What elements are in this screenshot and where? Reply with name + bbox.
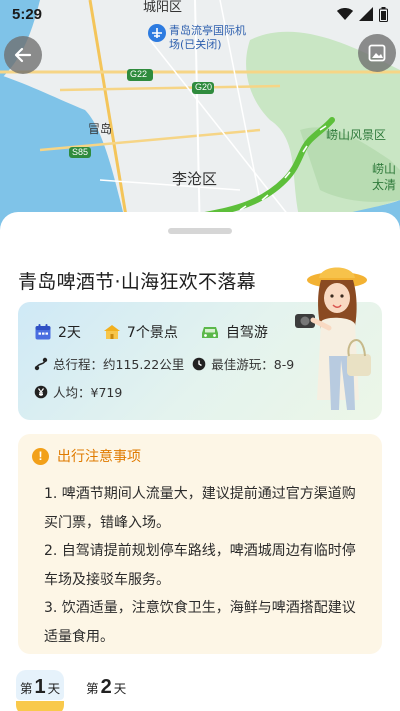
back-arrow-icon (14, 47, 32, 63)
route-icon (34, 357, 48, 370)
sheet-drag-handle[interactable] (168, 228, 232, 234)
tab-day-2-prefix: 第 (86, 681, 99, 696)
notice-item-3: 3. 饮酒适量，注意饮食卫生，海鲜与啤酒搭配建议适量食用。 (44, 600, 356, 645)
status-bar: 5:29 (0, 0, 400, 28)
photo-icon (368, 44, 386, 62)
map-label-taiqing: 太清 (372, 178, 397, 192)
status-icons (337, 6, 388, 22)
days-label: 2天 (58, 325, 81, 341)
map-label-laoshan-scenic: 崂山风景区 (326, 128, 387, 142)
road-shield-g22: G22 (130, 69, 148, 79)
travel-notice-card: ! 出行注意事项 1. 啤酒节期间人流量大，建议提前通过官方渠道购买门票，错峰入… (18, 434, 382, 654)
map-label-laoshan: 崂山 (372, 162, 397, 176)
map-label-licang: 李沧区 (172, 170, 218, 188)
notice-item-1: 1. 啤酒节期间人流量大，建议提前通过官方渠道购买门票，错峰入场。 (44, 486, 356, 531)
distance-text: 总行程：约115.22公里 (53, 357, 185, 372)
mode-label: 自驾游 (225, 325, 268, 341)
price-row: 人均：¥719 (34, 382, 122, 401)
road-shield-g20: G20 (195, 82, 213, 92)
trip-summary-row: 2天 7个景点 自驾游 (34, 322, 290, 342)
landmark-icon (103, 325, 120, 339)
traveler-illustration (295, 267, 371, 410)
calendar-icon (35, 324, 51, 340)
notice-item-2: 2. 自驾请提前规划停车路线，啤酒城周边有临时停车场及接驳车服务。 (44, 543, 356, 588)
wifi-icon (337, 7, 353, 20)
car-icon (201, 327, 218, 338)
tab-day-1-number: 1 (34, 676, 46, 698)
distance-row: 总行程：约115.22公里 最佳游玩：8-9 (34, 354, 294, 373)
tab-day-1-prefix: 第 (20, 681, 33, 696)
spots-label: 7个景点 (126, 325, 178, 341)
tab-day-2-number: 2 (100, 676, 112, 698)
road-shield-s85: S85 (72, 147, 89, 157)
yen-icon (34, 385, 48, 398)
map-label-maodao: 冒岛 (88, 122, 113, 136)
trip-title: 青岛啤酒节·山海狂欢不落幕 (18, 271, 256, 293)
notice-list: 1. 啤酒节期间人流量大，建议提前通过官方渠道购买门票，错峰入场。 2. 自驾请… (44, 480, 364, 651)
notice-title: 出行注意事项 (57, 449, 141, 465)
tab-day-2[interactable]: 第 2 天 (84, 676, 128, 703)
tab-day-1[interactable]: 第 1 天 (15, 670, 65, 711)
signal-icon (359, 7, 373, 21)
warning-icon: ! (32, 447, 49, 465)
day-tabs: 第 1 天 第 2 天 (15, 670, 128, 711)
status-time: 5:29 (12, 5, 43, 23)
spots-chip: 7个景点 (103, 322, 178, 342)
per-person-text: 人均：¥719 (53, 385, 123, 400)
days-chip: 2天 (34, 322, 81, 342)
map-label-airport-sub: 场(已关闭) (169, 38, 222, 51)
notice-header: ! 出行注意事项 (32, 446, 141, 466)
back-button[interactable] (4, 36, 42, 74)
clock-icon (192, 357, 206, 370)
battery-icon (379, 6, 388, 22)
photo-button[interactable] (358, 34, 396, 72)
tab-day-1-suffix: 天 (47, 681, 61, 696)
trip-detail-sheet: 青岛啤酒节·山海狂欢不落幕 2天 7个景点 自驾游 总行程：约115.22公里 … (0, 212, 400, 711)
route-map[interactable]: 城阳区 青岛流亭国际机 场(已关闭) G22 G20 冒岛 S85 李沧区 崂山… (0, 0, 400, 240)
best-time-text: 最佳游玩：8-9 (211, 357, 295, 372)
tab-day-2-suffix: 天 (113, 681, 127, 696)
mode-chip: 自驾游 (200, 322, 268, 342)
